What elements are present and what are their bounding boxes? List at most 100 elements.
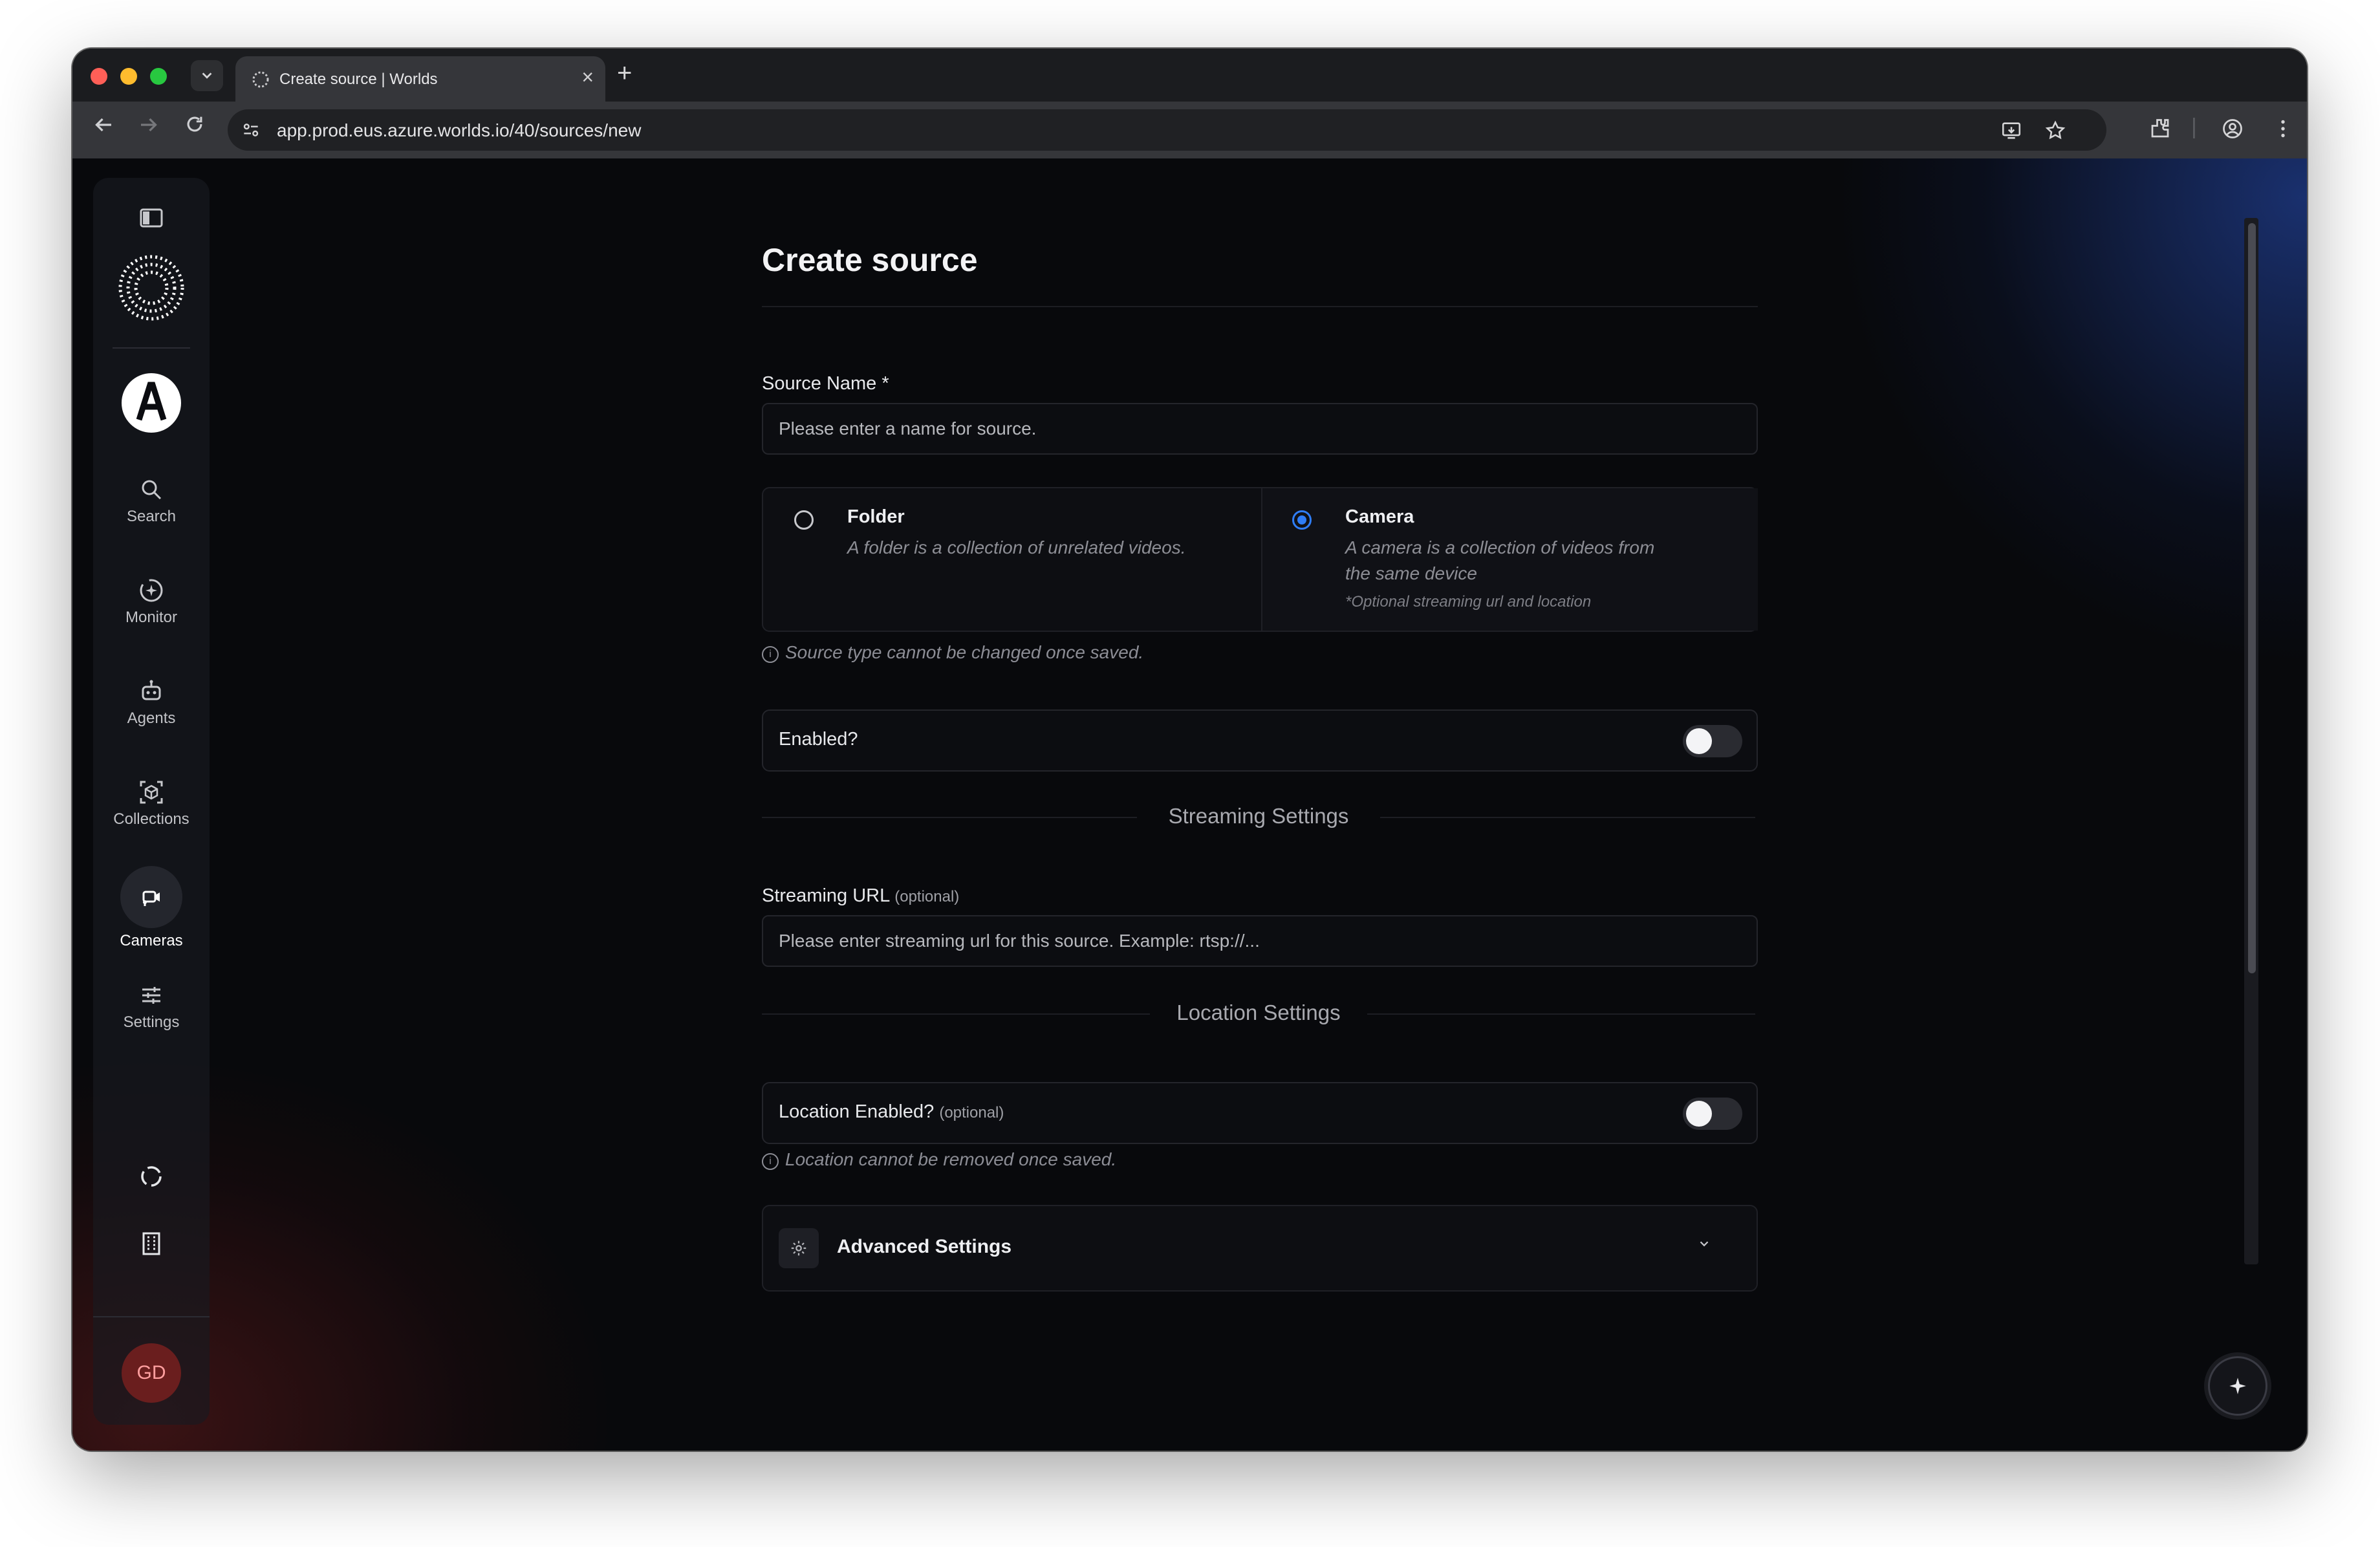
address-url: app.prod.eus.azure.worlds.io/40/sources/… (277, 120, 642, 140)
active-indicator (120, 866, 182, 928)
tab-search-button[interactable] (191, 60, 223, 91)
camera-note: *Optional streaming url and location (1345, 593, 1592, 611)
location-enabled-toggle[interactable] (1683, 1098, 1742, 1130)
source-type-radio-group: Folder A folder is a collection of unrel… (762, 487, 1758, 632)
location-enabled-label: Location Enabled? (optional) (779, 1101, 1004, 1123)
building-icon (142, 1232, 160, 1255)
address-bar[interactable]: app.prod.eus.azure.worlds.io/40/sources/… (228, 109, 2106, 151)
optional-tag: (optional) (894, 888, 960, 905)
user-avatar[interactable]: GD (122, 1343, 181, 1403)
sidebar-divider (93, 1316, 210, 1317)
spinner-icon (141, 1166, 162, 1187)
camera-description-line2: the same device (1345, 563, 1477, 583)
page-title: Create source (762, 242, 978, 278)
cube-scan-icon (140, 781, 163, 804)
sidebar-item-label: Settings (123, 1013, 180, 1031)
site-settings-icon[interactable] (241, 120, 261, 140)
source-type-camera-option[interactable]: Camera A camera is a collection of video… (1261, 488, 1758, 631)
sidebar-item-label: Cameras (120, 932, 183, 949)
org-logo-button[interactable] (93, 372, 210, 434)
extensions-icon[interactable] (2148, 117, 2172, 146)
info-icon: i (762, 1153, 779, 1170)
sidebar-item-monitor[interactable]: Monitor (93, 576, 210, 627)
title-divider (762, 306, 1758, 307)
monitor-sparkle-icon (140, 579, 163, 602)
streaming-settings-divider: Streaming Settings (762, 804, 1755, 830)
source-name-label: Source Name * (762, 373, 889, 394)
new-tab-button[interactable]: + (617, 59, 632, 88)
sidebar-item-label: Collections (113, 810, 189, 828)
sidebar-item-label: Monitor (125, 609, 178, 626)
bookmark-star-icon[interactable] (2044, 120, 2066, 147)
menu-kebab-icon[interactable] (2271, 117, 2295, 146)
minimize-window-button[interactable] (120, 68, 137, 85)
sidebar-item-label: Search (126, 508, 177, 525)
location-settings-divider: Location Settings (762, 1001, 1755, 1026)
close-tab-icon[interactable]: × (581, 65, 594, 89)
worlds-favicon-icon (252, 71, 269, 88)
reload-button[interactable] (184, 113, 206, 142)
advanced-settings-accordion[interactable]: Advanced Settings (762, 1205, 1758, 1292)
info-icon: i (762, 646, 779, 663)
tab-title: Create source | Worlds (279, 70, 438, 88)
sidebar-item-search[interactable]: Search (93, 475, 210, 526)
camera-radio[interactable] (1292, 510, 1312, 530)
sparkle-icon (2229, 1378, 2246, 1394)
sidebar-item-cameras[interactable]: Cameras (93, 866, 210, 950)
folder-description: A folder is a collection of unrelated vi… (847, 537, 1186, 557)
sidebar: Search Monitor Agents Collections Camera… (93, 178, 210, 1425)
sidebar-panel-icon (140, 208, 163, 228)
browser-toolbar: app.prod.eus.azure.worlds.io/40/sources/… (72, 102, 2307, 158)
source-type-folder-option[interactable]: Folder A folder is a collection of unrel… (763, 488, 1261, 631)
chevron-down-icon (1697, 1235, 1711, 1255)
source-name-input[interactable]: Please enter a name for source. (762, 403, 1758, 455)
streaming-url-label-text: Streaming URL (762, 885, 890, 906)
worlds-logo[interactable] (93, 252, 210, 323)
location-enabled-label-text: Location Enabled? (779, 1101, 935, 1122)
organization-button[interactable] (93, 1229, 210, 1258)
optional-tag: (optional) (939, 1104, 1004, 1121)
camera-description-line1: A camera is a collection of videos from (1345, 537, 1655, 557)
profile-icon[interactable] (2221, 117, 2244, 146)
arrow-right-icon (141, 118, 157, 132)
sidebar-item-settings[interactable]: Settings (93, 981, 210, 1032)
source-type-hint-text: Source type cannot be changed once saved… (785, 642, 1144, 662)
install-app-icon[interactable] (2000, 120, 2022, 147)
location-settings-heading: Location Settings (1176, 1001, 1341, 1024)
sliders-icon (142, 987, 160, 1004)
sidebar-item-agents[interactable]: Agents (93, 677, 210, 728)
ai-assistant-button[interactable] (2208, 1356, 2267, 1416)
gear-icon (779, 1228, 819, 1268)
robot-icon (142, 680, 161, 700)
folder-radio[interactable] (794, 510, 814, 530)
back-button[interactable] (92, 113, 115, 143)
location-enabled-row: Location Enabled? (optional) (762, 1082, 1758, 1144)
worlds-logo-icon (118, 255, 184, 321)
sidebar-item-label: Agents (127, 709, 176, 727)
sidebar-divider (113, 347, 190, 349)
reload-icon (187, 116, 202, 132)
folder-title: Folder (847, 506, 905, 527)
tab-strip: Create source | Worlds × + (72, 49, 2307, 103)
enabled-toggle[interactable] (1683, 725, 1742, 757)
location-hint: i Location cannot be removed once saved. (762, 1149, 1116, 1170)
sidebar-item-collections[interactable]: Collections (93, 778, 210, 828)
camera-icon (142, 891, 160, 906)
source-type-hint: i Source type cannot be changed once save… (762, 642, 1143, 663)
close-window-button[interactable] (91, 68, 107, 85)
arrow-left-icon (95, 118, 111, 132)
sidebar-toggle-button[interactable] (93, 204, 210, 232)
streaming-url-input[interactable]: Please enter streaming url for this sour… (762, 915, 1758, 967)
org-a-logo-icon (122, 373, 181, 433)
enabled-row: Enabled? (762, 709, 1758, 772)
camera-title: Camera (1345, 506, 1414, 527)
scrollbar-thumb[interactable] (2248, 223, 2256, 973)
loading-status-button[interactable] (93, 1162, 210, 1191)
maximize-window-button[interactable] (150, 68, 167, 85)
streaming-settings-heading: Streaming Settings (1168, 804, 1349, 828)
advanced-settings-title: Advanced Settings (837, 1236, 1012, 1257)
streaming-url-placeholder: Please enter streaming url for this sour… (779, 931, 1260, 951)
app-area: Search Monitor Agents Collections Camera… (72, 158, 2307, 1451)
forward-button[interactable] (137, 113, 160, 143)
browser-tab[interactable]: Create source | Worlds × (235, 56, 605, 103)
